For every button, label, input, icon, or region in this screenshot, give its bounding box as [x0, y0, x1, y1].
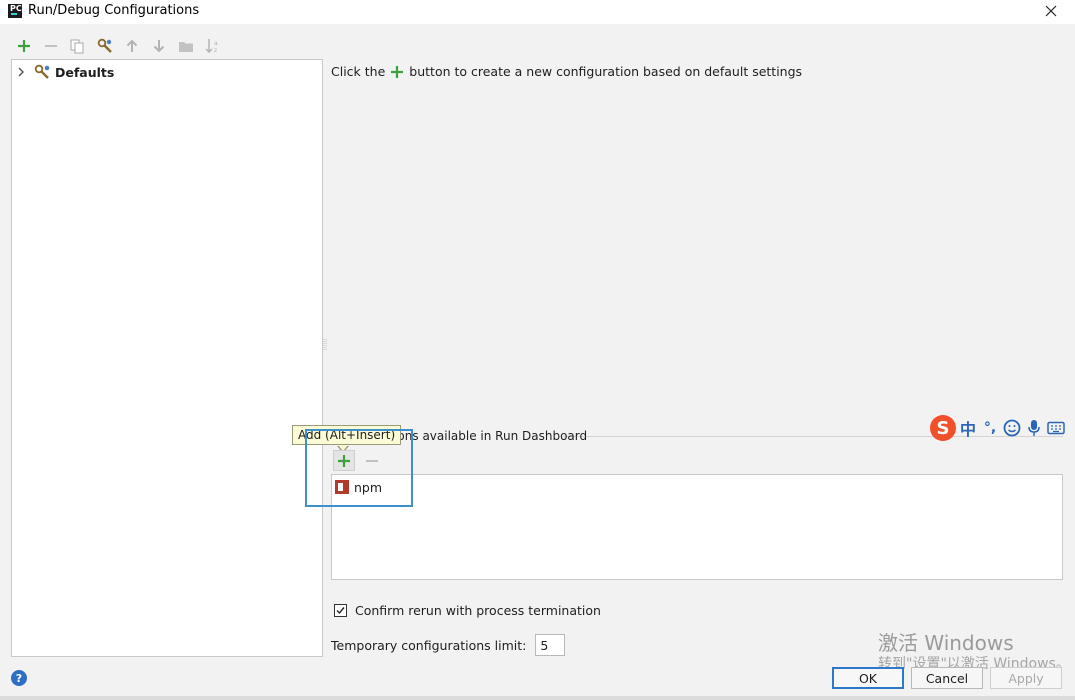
edit-defaults-button[interactable] — [95, 37, 115, 55]
defaults-wrench-icon — [34, 64, 50, 79]
ok-button[interactable]: OK — [832, 667, 904, 689]
chevron-right-icon[interactable] — [14, 65, 28, 79]
ime-logo-button[interactable]: S — [930, 415, 956, 441]
close-icon — [1045, 5, 1057, 17]
keyboard-icon — [1047, 421, 1065, 435]
arrow-up-icon — [126, 39, 138, 52]
apply-button[interactable]: Apply — [990, 667, 1062, 689]
ime-toolbar[interactable]: S 中 °, — [930, 413, 1068, 443]
copy-icon — [70, 39, 84, 53]
microphone-icon — [1028, 420, 1040, 436]
ime-lang-button[interactable]: 中 — [958, 417, 978, 439]
confirm-rerun-option[interactable]: Confirm rerun with process termination — [334, 603, 601, 618]
ime-logo: S — [930, 415, 956, 441]
sort-button[interactable]: a z — [203, 37, 223, 55]
svg-text:a: a — [214, 40, 218, 47]
confirm-rerun-checkbox[interactable] — [334, 604, 347, 617]
hint-after: button to create a new configuration bas… — [409, 64, 803, 79]
add-config-button[interactable] — [14, 37, 34, 55]
plus-icon — [391, 65, 404, 78]
copy-config-button[interactable] — [67, 37, 87, 55]
remove-config-button[interactable] — [41, 37, 61, 55]
minus-icon — [45, 45, 57, 47]
pycharm-icon: PC — [8, 4, 22, 18]
bottom-edge — [0, 696, 1075, 700]
folder-icon — [179, 41, 193, 52]
window-title: Run/Debug Configurations — [28, 3, 200, 18]
title-bar: PC Run/Debug Configurations — [0, 0, 1075, 24]
ime-emoji-button[interactable] — [1002, 417, 1022, 439]
cancel-button[interactable]: Cancel — [911, 667, 983, 689]
ime-keyboard-button[interactable] — [1046, 417, 1066, 439]
arrow-down-icon — [153, 40, 165, 53]
ime-lang-label: 中 — [959, 420, 976, 439]
tree-item-defaults[interactable]: Defaults — [12, 63, 114, 81]
sort-alpha-icon: a z — [205, 39, 218, 54]
move-up-button[interactable] — [122, 37, 142, 55]
temp-limit-label: Temporary configurations limit: — [331, 637, 527, 653]
hint-text: Click the button to create a new configu… — [331, 64, 802, 79]
hint-before: Click the — [331, 64, 386, 79]
folder-button[interactable] — [176, 37, 196, 55]
ime-punct-label: °, — [983, 420, 997, 436]
smiley-icon — [1003, 419, 1021, 437]
activation-watermark-title: 激活 Windows — [878, 631, 1014, 655]
svg-text:z: z — [214, 47, 217, 54]
checkmark-icon — [336, 607, 345, 615]
temp-limit-input[interactable]: 5 — [535, 634, 566, 656]
wrench-icon — [97, 38, 112, 53]
ime-voice-button[interactable] — [1024, 417, 1044, 439]
help-button[interactable]: ? — [11, 670, 27, 686]
splitter-handle[interactable] — [323, 338, 327, 352]
ime-punct-button[interactable]: °, — [980, 417, 1000, 439]
configuration-tree[interactable]: Defaults — [11, 59, 323, 657]
temp-limit-option: Temporary configurations limit: 5 — [331, 634, 566, 656]
plus-icon — [18, 40, 30, 52]
tree-item-label: Defaults — [55, 64, 115, 80]
confirm-rerun-label: Confirm rerun with process termination — [355, 603, 601, 618]
annotation-highlight-box — [305, 429, 413, 507]
dashboard-config-list[interactable]: npm — [331, 474, 1063, 580]
close-button[interactable] — [1039, 0, 1063, 22]
move-down-button[interactable] — [149, 37, 169, 55]
